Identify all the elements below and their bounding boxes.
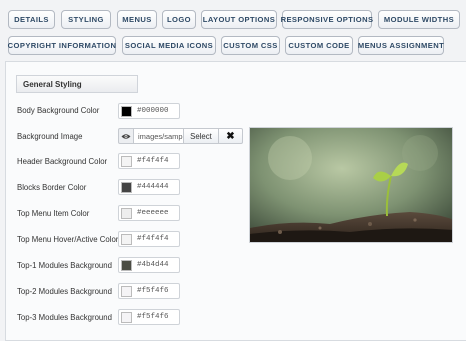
top2-modules-background-value: #f5f4f6 — [137, 287, 169, 295]
clear-image-button[interactable]: ✖ — [219, 128, 243, 144]
blocks-border-color-label: Blocks Border Color — [17, 183, 87, 192]
tab-responsive-options[interactable]: RESPONSIVE OPTIONS — [281, 10, 373, 29]
top2-modules-background-label: Top-2 Modules Background — [17, 287, 112, 296]
tab-social-media-icons[interactable]: SOCIAL MEDIA ICONS — [122, 36, 216, 55]
background-image-label: Background Image — [17, 132, 83, 141]
top3-modules-background-field[interactable]: #f5f4f6 — [118, 309, 180, 325]
top-menu-item-color-label: Top Menu Item Color — [17, 209, 90, 218]
tab-custom-code[interactable]: CUSTOM CODE — [285, 36, 353, 55]
top-menu-item-color-swatch[interactable] — [121, 207, 132, 219]
tab-copyright-information[interactable]: COPYRIGHT INFORMATION — [8, 36, 116, 55]
tab-module-widths[interactable]: MODULE WIDTHS — [378, 10, 460, 29]
body-background-color-swatch[interactable] — [121, 105, 132, 117]
body-background-color-value: #000000 — [137, 107, 169, 115]
select-image-button[interactable]: Select — [184, 128, 219, 144]
header-background-color-value: #f4f4f4 — [137, 157, 169, 165]
seedling-image — [250, 128, 452, 242]
top-menu-item-color-value: #eeeeee — [137, 209, 169, 217]
tab-details[interactable]: DETAILS — [8, 10, 55, 29]
close-icon: ✖ — [226, 130, 235, 142]
tab-menus[interactable]: MENUS — [117, 10, 157, 29]
eye-icon — [121, 133, 131, 139]
tab-logo[interactable]: LOGO — [162, 10, 196, 29]
blocks-border-color-field[interactable]: #444444 — [118, 179, 180, 195]
background-image-preview — [249, 127, 453, 243]
top2-modules-background-swatch[interactable] — [121, 285, 132, 297]
body-background-color-field[interactable]: #000000 — [118, 103, 180, 119]
top1-modules-background-field[interactable]: #4b4d44 — [118, 257, 180, 273]
top-menu-hover-color-field[interactable]: #f4f4f4 — [118, 231, 180, 247]
top-menu-hover-color-swatch[interactable] — [121, 233, 132, 245]
tab-styling[interactable]: STYLING — [61, 10, 111, 29]
tab-menus-assignment[interactable]: MENUS ASSIGNMENT — [358, 36, 444, 55]
blocks-border-color-swatch[interactable] — [121, 181, 132, 193]
section-title: General Styling — [16, 75, 138, 93]
preview-button[interactable] — [118, 128, 134, 144]
body-background-color-label: Body Background Color — [17, 106, 100, 115]
top1-modules-background-label: Top-1 Modules Background — [17, 261, 112, 270]
top3-modules-background-value: #f5f4f6 — [137, 313, 169, 321]
header-background-color-field[interactable]: #f4f4f4 — [118, 153, 180, 169]
background-image-path-input[interactable]: images/sample — [134, 128, 184, 144]
tab-custom-css[interactable]: CUSTOM CSS — [221, 36, 280, 55]
top-menu-item-color-field[interactable]: #eeeeee — [118, 205, 180, 221]
tab-layout-options[interactable]: LAYOUT OPTIONS — [201, 10, 277, 29]
background-image-field: images/sample Select ✖ — [118, 128, 243, 144]
top2-modules-background-field[interactable]: #f5f4f6 — [118, 283, 180, 299]
top1-modules-background-value: #4b4d44 — [137, 261, 169, 269]
top1-modules-background-swatch[interactable] — [121, 259, 132, 271]
top-menu-hover-color-value: #f4f4f4 — [137, 235, 169, 243]
header-background-color-label: Header Background Color — [17, 157, 108, 166]
blocks-border-color-value: #444444 — [137, 183, 169, 191]
header-background-color-swatch[interactable] — [121, 155, 132, 167]
top-menu-hover-color-label: Top Menu Hover/Active Color — [17, 235, 119, 244]
top3-modules-background-label: Top-3 Modules Background — [17, 313, 112, 322]
top3-modules-background-swatch[interactable] — [121, 311, 132, 323]
